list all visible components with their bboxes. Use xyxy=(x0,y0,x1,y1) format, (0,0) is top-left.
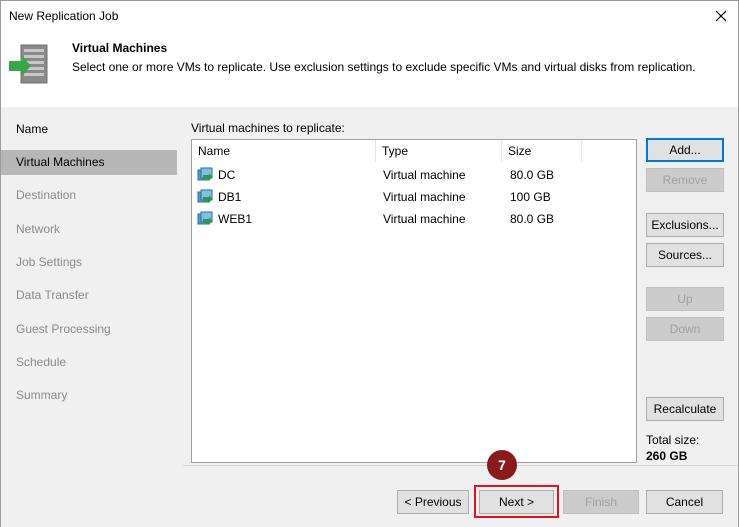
vm-name: DC xyxy=(218,168,236,182)
vm-list-label: Virtual machines to replicate: xyxy=(191,121,345,135)
sidebar-item-job-settings[interactable]: Job Settings xyxy=(1,250,177,275)
column-header-size[interactable]: Size xyxy=(502,140,582,162)
next-button-highlight xyxy=(474,485,559,518)
close-icon xyxy=(715,10,727,22)
vm-list-table[interactable]: Name Type Size DC Virtual machine 80.0 G… xyxy=(191,139,637,463)
sidebar-item-network[interactable]: Network xyxy=(1,217,177,242)
up-button[interactable]: Up xyxy=(646,287,724,311)
new-replication-job-dialog: New Replication Job Virtual Machines Sel… xyxy=(0,0,739,527)
close-button[interactable] xyxy=(710,5,732,27)
window-title: New Replication Job xyxy=(9,9,119,23)
vm-name: DB1 xyxy=(218,190,242,204)
footer-divider xyxy=(183,465,738,466)
wizard-steps-sidebar: Name Virtual Machines Destination Networ… xyxy=(1,107,183,527)
main-content: Virtual machines to replicate: Name Type… xyxy=(183,107,738,527)
sidebar-item-schedule[interactable]: Schedule xyxy=(1,350,177,375)
table-row[interactable]: DC Virtual machine 80.0 GB xyxy=(192,164,636,186)
vm-size: 80.0 GB xyxy=(510,168,555,182)
vm-icon xyxy=(197,189,213,203)
vm-type: Virtual machine xyxy=(383,168,466,182)
page-description: Select one or more VMs to replicate. Use… xyxy=(72,60,696,74)
vm-name: WEB1 xyxy=(218,212,253,226)
title-bar: New Replication Job xyxy=(1,1,738,31)
replication-icon xyxy=(9,44,48,84)
sidebar-item-destination[interactable]: Destination xyxy=(1,183,177,208)
total-size-label: Total size: xyxy=(646,433,700,447)
sources-button[interactable]: Sources... xyxy=(646,243,724,267)
vm-size: 100 GB xyxy=(510,190,551,204)
vm-icon xyxy=(197,167,213,181)
column-header-name[interactable]: Name xyxy=(192,140,376,162)
vm-size: 80.0 GB xyxy=(510,212,555,226)
table-row[interactable]: DB1 Virtual machine 100 GB xyxy=(192,186,636,208)
cancel-button[interactable]: Cancel xyxy=(646,490,723,514)
add-button[interactable]: Add... xyxy=(646,138,724,162)
vm-type: Virtual machine xyxy=(383,190,466,204)
page-title: Virtual Machines xyxy=(72,41,168,55)
table-row[interactable]: WEB1 Virtual machine 80.0 GB xyxy=(192,208,636,230)
sidebar-item-data-transfer[interactable]: Data Transfer xyxy=(1,283,177,308)
exclusions-button[interactable]: Exclusions... xyxy=(646,213,724,237)
column-header-type[interactable]: Type xyxy=(376,140,502,162)
down-button[interactable]: Down xyxy=(646,317,724,341)
recalculate-button[interactable]: Recalculate xyxy=(646,397,724,421)
sidebar-item-name[interactable]: Name xyxy=(1,117,177,142)
vm-icon xyxy=(197,211,213,225)
remove-button[interactable]: Remove xyxy=(646,168,724,192)
finish-button[interactable]: Finish xyxy=(563,490,639,514)
previous-button[interactable]: < Previous xyxy=(397,490,469,514)
wizard-header: Virtual Machines Select one or more VMs … xyxy=(1,31,738,107)
sidebar-item-guest-processing[interactable]: Guest Processing xyxy=(1,317,177,342)
sidebar-item-virtual-machines[interactable]: Virtual Machines xyxy=(1,150,177,175)
vm-type: Virtual machine xyxy=(383,212,466,226)
sidebar-item-summary[interactable]: Summary xyxy=(1,383,177,408)
step-number-badge: 7 xyxy=(487,450,517,480)
total-size-value: 260 GB xyxy=(646,449,688,463)
